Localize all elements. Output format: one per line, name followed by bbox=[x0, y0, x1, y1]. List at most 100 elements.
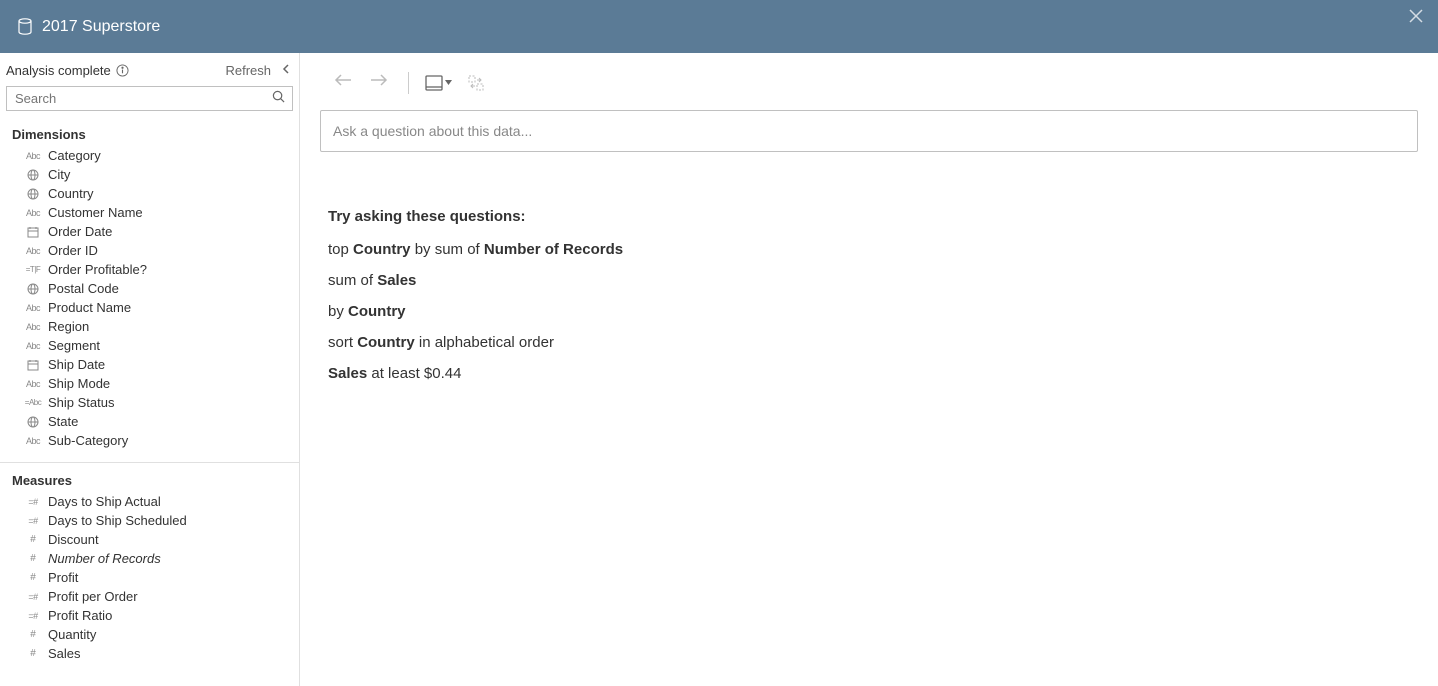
field-type-icon: Abc bbox=[24, 322, 42, 332]
app-header: 2017 Superstore bbox=[0, 0, 1438, 53]
field-type-icon: # bbox=[24, 553, 42, 564]
field-type-icon: # bbox=[24, 534, 42, 545]
field-name: Product Name bbox=[48, 300, 131, 315]
swap-button[interactable] bbox=[468, 75, 484, 91]
field-type-icon: Abc bbox=[24, 379, 42, 389]
field-type-icon: # bbox=[24, 572, 42, 583]
field-type-icon: =Abc bbox=[24, 398, 42, 407]
field-name: Order Date bbox=[48, 224, 112, 239]
suggestion-item[interactable]: sum of Sales bbox=[328, 272, 1418, 289]
field-item[interactable]: =# Profit Ratio bbox=[0, 606, 299, 625]
field-name: Sales bbox=[48, 646, 81, 661]
field-type-icon: Abc bbox=[24, 436, 42, 446]
field-name: Region bbox=[48, 319, 89, 334]
field-item[interactable]: Abc Category bbox=[0, 146, 299, 165]
field-name: State bbox=[48, 414, 78, 429]
field-type-icon bbox=[24, 359, 42, 371]
field-type-icon: # bbox=[24, 648, 42, 659]
field-item[interactable]: Abc Region bbox=[0, 317, 299, 336]
field-name: Profit per Order bbox=[48, 589, 138, 604]
field-type-icon bbox=[24, 169, 42, 181]
field-name: Segment bbox=[48, 338, 100, 353]
field-item[interactable]: Abc Segment bbox=[0, 336, 299, 355]
refresh-button[interactable]: Refresh bbox=[225, 63, 271, 78]
field-name: Postal Code bbox=[48, 281, 119, 296]
datasource-title: 2017 Superstore bbox=[42, 18, 160, 36]
measures-list: =# Days to Ship Actual =# Days to Ship Sche… bbox=[0, 492, 299, 663]
field-item[interactable]: Abc Ship Mode bbox=[0, 374, 299, 393]
field-item[interactable]: =T|FOrder Profitable? bbox=[0, 260, 299, 279]
field-type-icon: =# bbox=[24, 497, 42, 507]
field-item[interactable]: Postal Code bbox=[0, 279, 299, 298]
ask-data-input[interactable]: Ask a question about this data... bbox=[320, 110, 1418, 152]
back-button[interactable] bbox=[330, 69, 356, 96]
field-type-icon: =# bbox=[24, 516, 42, 526]
dimensions-heading: Dimensions bbox=[0, 117, 299, 146]
field-type-icon: Abc bbox=[24, 341, 42, 351]
field-item[interactable]: State bbox=[0, 412, 299, 431]
field-item[interactable]: =# Days to Ship Scheduled bbox=[0, 511, 299, 530]
field-type-icon: Abc bbox=[24, 246, 42, 256]
field-item[interactable]: # Discount bbox=[0, 530, 299, 549]
field-name: Order Profitable? bbox=[48, 262, 147, 277]
close-button[interactable] bbox=[1408, 8, 1424, 29]
field-type-icon: Abc bbox=[24, 151, 42, 161]
field-item[interactable]: Abc Product Name bbox=[0, 298, 299, 317]
field-item[interactable]: =# Days to Ship Actual bbox=[0, 492, 299, 511]
field-type-icon bbox=[24, 283, 42, 295]
field-item[interactable]: Abc Order ID bbox=[0, 241, 299, 260]
sidebar: Analysis complete Refresh Dimensions A bbox=[0, 53, 300, 686]
field-item[interactable]: # Sales bbox=[0, 644, 299, 663]
search-input[interactable] bbox=[6, 86, 293, 111]
field-name: Ship Mode bbox=[48, 376, 110, 391]
viz-type-button[interactable] bbox=[425, 75, 452, 91]
field-item[interactable]: # Quantity bbox=[0, 625, 299, 644]
field-type-icon: =# bbox=[24, 611, 42, 621]
field-item[interactable]: =AbcShip Status bbox=[0, 393, 299, 412]
field-item[interactable]: # Number of Records bbox=[0, 549, 299, 568]
forward-button[interactable] bbox=[366, 69, 392, 96]
field-type-icon bbox=[24, 188, 42, 200]
field-item[interactable]: Abc Customer Name bbox=[0, 203, 299, 222]
field-item[interactable]: Order Date bbox=[0, 222, 299, 241]
field-type-icon: Abc bbox=[24, 303, 42, 313]
field-name: City bbox=[48, 167, 70, 182]
toolbar bbox=[300, 53, 1438, 106]
field-type-icon bbox=[24, 226, 42, 238]
field-name: Days to Ship Scheduled bbox=[48, 513, 187, 528]
suggestions-title: Try asking these questions: bbox=[328, 208, 1418, 225]
suggestion-item[interactable]: sort Country in alphabetical order bbox=[328, 334, 1418, 351]
toolbar-divider bbox=[408, 72, 409, 94]
field-name: Profit bbox=[48, 570, 78, 585]
field-name: Quantity bbox=[48, 627, 96, 642]
collapse-sidebar-button[interactable] bbox=[279, 61, 293, 80]
field-item[interactable]: # Profit bbox=[0, 568, 299, 587]
info-icon[interactable] bbox=[116, 64, 129, 77]
field-item[interactable]: =# Profit per Order bbox=[0, 587, 299, 606]
field-type-icon: =# bbox=[24, 592, 42, 602]
field-item[interactable]: City bbox=[0, 165, 299, 184]
field-name: Order ID bbox=[48, 243, 98, 258]
field-name: Days to Ship Actual bbox=[48, 494, 161, 509]
field-name: Number of Records bbox=[48, 551, 161, 566]
field-item[interactable]: AbcSub-Category bbox=[0, 431, 299, 450]
chevron-down-icon bbox=[445, 80, 452, 85]
field-item[interactable]: Country bbox=[0, 184, 299, 203]
dimensions-list: Abc Category City Country Abc Customer Name Or… bbox=[0, 146, 299, 450]
search-icon bbox=[272, 90, 285, 108]
field-item[interactable]: Ship Date bbox=[0, 355, 299, 374]
suggestion-item[interactable]: by Country bbox=[328, 303, 1418, 320]
suggestion-item[interactable]: Sales at least $0.44 bbox=[328, 365, 1418, 382]
suggestion-item[interactable]: top Country by sum of Number of Records bbox=[328, 241, 1418, 258]
field-name: Customer Name bbox=[48, 205, 143, 220]
field-type-icon: Abc bbox=[24, 208, 42, 218]
field-name: Country bbox=[48, 186, 94, 201]
main-panel: Ask a question about this data... Try as… bbox=[300, 53, 1438, 686]
datasource-icon bbox=[18, 18, 32, 35]
field-type-icon: # bbox=[24, 629, 42, 640]
measures-heading: Measures bbox=[0, 463, 299, 492]
field-type-icon bbox=[24, 416, 42, 428]
field-name: Profit Ratio bbox=[48, 608, 112, 623]
field-name: Category bbox=[48, 148, 101, 163]
field-name: Discount bbox=[48, 532, 99, 547]
